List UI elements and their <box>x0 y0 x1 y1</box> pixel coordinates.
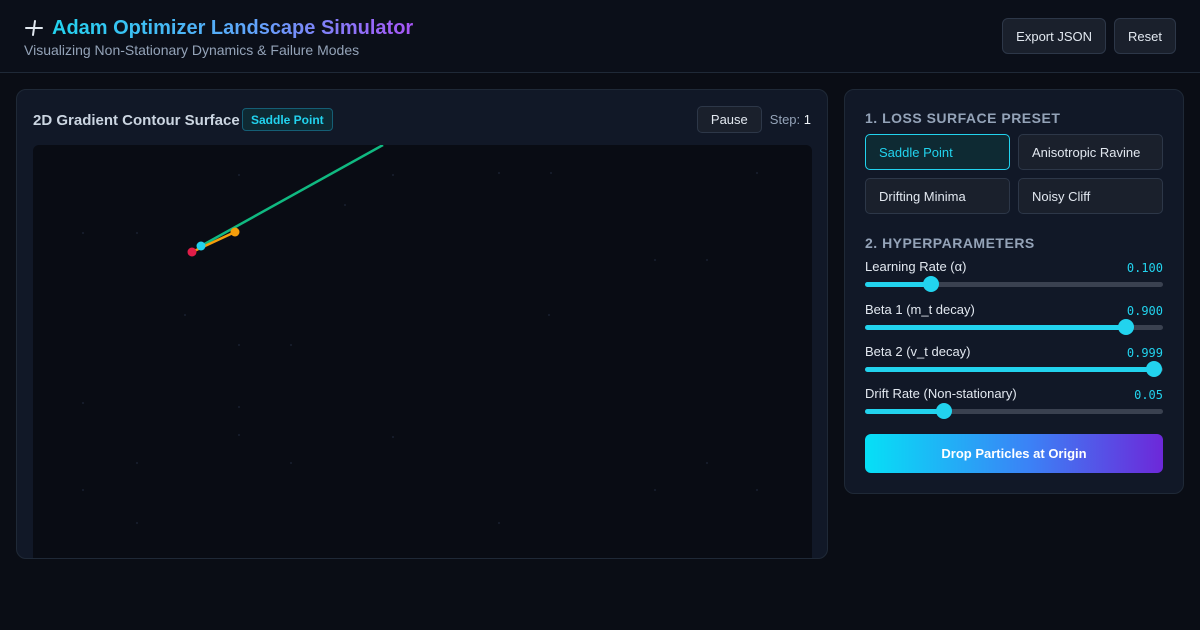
preset-badge: Saddle Point <box>242 108 333 131</box>
field-dots <box>82 172 758 524</box>
param-label: Beta 1 (m_t decay) <box>865 302 975 317</box>
slider-thumb[interactable] <box>1118 319 1135 335</box>
preset-anisotropic-ravine[interactable]: Anisotropic Ravine <box>1018 134 1163 170</box>
controls-panel: 1. LOSS SURFACE PRESET Saddle Point Anis… <box>844 89 1184 494</box>
panel-title: 2D Gradient Contour Surface <box>33 112 240 129</box>
plane-icon <box>25 20 43 36</box>
learning-rate-param: Learning Rate (α) 0.100 <box>865 259 1163 297</box>
drift-rate-slider[interactable] <box>865 403 1163 419</box>
param-value: 0.100 <box>1126 261 1163 275</box>
param-value: 0.05 <box>1134 388 1163 402</box>
drop-particles-button[interactable]: Drop Particles at Origin <box>865 434 1163 473</box>
slider-thumb[interactable] <box>935 403 952 419</box>
hyperparameters-section-title: 2. HYPERPARAMETERS <box>865 235 1035 251</box>
contour-canvas[interactable] <box>33 143 812 559</box>
slider-fill <box>865 367 1155 372</box>
particle-cyan <box>196 241 206 251</box>
step-label: Step: <box>769 112 801 127</box>
step-value: 1 <box>803 112 811 127</box>
contour-panel: 2D Gradient Contour Surface Saddle Point… <box>16 89 828 559</box>
preset-drifting-minima[interactable]: Drifting Minima <box>865 178 1010 214</box>
beta1-slider[interactable] <box>865 319 1163 335</box>
beta1-param: Beta 1 (m_t decay) 0.900 <box>865 302 1163 340</box>
slider-fill <box>865 409 944 414</box>
slider-thumb[interactable] <box>1146 361 1163 377</box>
app-title: Adam Optimizer Landscape Simulator <box>52 17 414 39</box>
slider-fill <box>865 282 931 287</box>
beta2-slider[interactable] <box>865 361 1163 377</box>
particle-red <box>187 247 197 257</box>
param-value: 0.900 <box>1126 304 1163 318</box>
brand: Adam Optimizer Landscape Simulator Visua… <box>24 16 413 59</box>
reset-button[interactable]: Reset <box>1114 18 1176 54</box>
contour-surface[interactable] <box>33 143 812 559</box>
beta2-param: Beta 2 (v_t decay) 0.999 <box>865 344 1163 382</box>
export-json-button[interactable]: Export JSON <box>1002 18 1107 54</box>
slider-fill <box>865 325 1127 330</box>
param-label: Drift Rate (Non-stationary) <box>865 386 1017 401</box>
particle-orange <box>230 227 240 237</box>
learning-rate-slider[interactable] <box>865 276 1163 292</box>
pause-button[interactable]: Pause <box>696 106 762 133</box>
drift-rate-param: Drift Rate (Non-stationary) 0.05 <box>865 386 1163 424</box>
param-value: 0.999 <box>1126 346 1163 360</box>
app-subtitle: Visualizing Non-Stationary Dynamics & Fa… <box>24 42 360 58</box>
step-counter: Step: 1 <box>770 112 811 127</box>
preset-saddle-point[interactable]: Saddle Point <box>865 134 1010 170</box>
preset-noisy-cliff[interactable]: Noisy Cliff <box>1018 178 1163 214</box>
param-label: Beta 2 (v_t decay) <box>865 344 971 359</box>
preset-section-title: 1. LOSS SURFACE PRESET <box>865 110 1061 126</box>
param-label: Learning Rate (α) <box>865 259 967 274</box>
slider-thumb[interactable] <box>922 276 939 292</box>
trajectory-green <box>200 143 384 248</box>
app-header: Adam Optimizer Landscape Simulator Visua… <box>0 0 1200 73</box>
